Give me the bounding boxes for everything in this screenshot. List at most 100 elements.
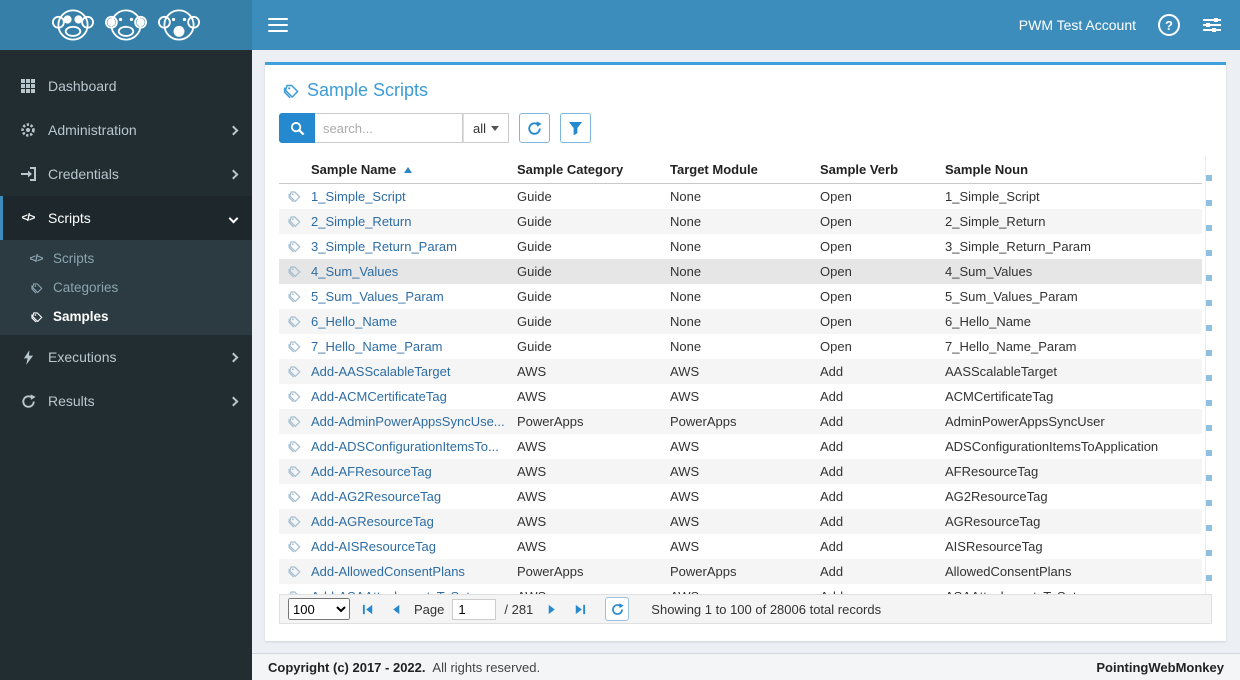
- top-navbar: PWM Test Account ?: [252, 0, 1240, 50]
- cell-sample-category: Guide: [517, 239, 552, 254]
- table-row[interactable]: Add-ACMCertificateTag AWS AWS Add ACMCer…: [279, 384, 1202, 409]
- sample-name-link[interactable]: Add-AllowedConsentPlans: [311, 564, 465, 579]
- table-row[interactable]: 7_Hello_Name_Param Guide None Open 7_Hel…: [279, 334, 1202, 359]
- search-input[interactable]: [315, 113, 463, 143]
- sample-name-link[interactable]: Add-ACMCertificateTag: [311, 389, 447, 404]
- sidebar-subitem-scripts[interactable]: </> Scripts: [0, 244, 252, 273]
- sample-name-link[interactable]: Add-AdminPowerAppsSyncUse...: [311, 414, 505, 429]
- refresh-button[interactable]: [519, 113, 550, 143]
- sample-name-link[interactable]: Add-AG2ResourceTag: [311, 489, 441, 504]
- tags-icon: [279, 490, 305, 503]
- column-header-target-module[interactable]: Target Module: [664, 162, 814, 177]
- next-page-button[interactable]: [541, 599, 561, 619]
- cell-target-module: None: [670, 339, 702, 354]
- search-button[interactable]: [279, 113, 315, 143]
- brand-name: PointingWebMonkey: [1096, 659, 1224, 675]
- chevron-right-icon: [228, 352, 239, 362]
- cell-sample-category: PowerApps: [517, 564, 584, 579]
- last-page-button[interactable]: [569, 599, 589, 619]
- first-page-icon: [362, 604, 372, 614]
- account-name[interactable]: PWM Test Account: [1019, 17, 1136, 33]
- cell-sample-verb: Add: [820, 539, 844, 554]
- table-row[interactable]: 1_Simple_Script Guide None Open 1_Simple…: [279, 184, 1202, 209]
- column-header-sample-noun[interactable]: Sample Noun: [939, 162, 1202, 177]
- search-scope-select[interactable]: all: [463, 113, 509, 143]
- sidebar-item-credentials[interactable]: Credentials: [0, 152, 252, 196]
- cell-sample-category: Guide: [517, 314, 552, 329]
- sidebar-item-scripts[interactable]: </> Scripts: [0, 196, 252, 240]
- cell-target-module: AWS: [670, 464, 700, 479]
- sample-name-link[interactable]: Add-ASAAttachmentsToSet: [311, 589, 470, 594]
- cell-target-module: None: [670, 314, 702, 329]
- cell-sample-noun: 1_Simple_Script: [945, 189, 1040, 204]
- sidebar-item-label: Results: [48, 393, 95, 409]
- table-row[interactable]: 2_Simple_Return Guide None Open 2_Simple…: [279, 209, 1202, 234]
- column-header-sample-category[interactable]: Sample Category: [511, 162, 664, 177]
- first-page-button[interactable]: [358, 599, 378, 619]
- sidebar-item-executions[interactable]: Executions: [0, 335, 252, 379]
- sample-name-link[interactable]: 3_Simple_Return_Param: [311, 239, 457, 254]
- sidebar-item-dashboard[interactable]: Dashboard: [0, 64, 252, 108]
- chevron-right-icon: [228, 125, 239, 135]
- sample-name-link[interactable]: 6_Hello_Name: [311, 314, 397, 329]
- table-row[interactable]: 6_Hello_Name Guide None Open 6_Hello_Nam…: [279, 309, 1202, 334]
- current-page-input[interactable]: [452, 598, 497, 620]
- content-card: Sample Scripts all: [265, 62, 1226, 641]
- table-header-row: Sample Name Sample Category Target Modul…: [279, 156, 1202, 184]
- table-row[interactable]: 5_Sum_Values_Param Guide None Open 5_Sum…: [279, 284, 1202, 309]
- page-size-select[interactable]: 100: [288, 598, 350, 620]
- brand-logo[interactable]: [0, 0, 252, 50]
- sample-name-link[interactable]: Add-AGResourceTag: [311, 514, 434, 529]
- sample-name-link[interactable]: 1_Simple_Script: [311, 189, 406, 204]
- cell-target-module: PowerApps: [670, 414, 737, 429]
- chevron-right-icon: [228, 396, 239, 406]
- filter-button[interactable]: [560, 113, 591, 143]
- sample-name-link[interactable]: 7_Hello_Name_Param: [311, 339, 443, 354]
- sidebar-subitem-categories[interactable]: Categories: [0, 273, 252, 302]
- settings-sliders-icon[interactable]: [1202, 17, 1222, 33]
- cell-sample-noun: AllowedConsentPlans: [945, 564, 1072, 579]
- vertical-scrollbar[interactable]: [1205, 156, 1212, 594]
- previous-page-button[interactable]: [386, 599, 406, 619]
- table-row[interactable]: Add-ADSConfigurationItemsTo... AWS AWS A…: [279, 434, 1202, 459]
- table-row[interactable]: Add-AdminPowerAppsSyncUse... PowerApps P…: [279, 409, 1202, 434]
- tags-icon: [279, 540, 305, 553]
- table-row[interactable]: Add-AllowedConsentPlans PowerApps PowerA…: [279, 559, 1202, 584]
- table-row[interactable]: Add-AFResourceTag AWS AWS Add AFResource…: [279, 459, 1202, 484]
- sample-name-link[interactable]: Add-AASScalableTarget: [311, 364, 450, 379]
- cell-sample-verb: Add: [820, 464, 844, 479]
- tags-icon: [279, 390, 305, 403]
- sample-name-link[interactable]: 5_Sum_Values_Param: [311, 289, 444, 304]
- page-footer: Copyright (c) 2017 - 2022. All rights re…: [252, 653, 1240, 680]
- table-row[interactable]: Add-AISResourceTag AWS AWS Add AISResour…: [279, 534, 1202, 559]
- cell-sample-category: AWS: [517, 539, 547, 554]
- table-row[interactable]: Add-AG2ResourceTag AWS AWS Add AG2Resour…: [279, 484, 1202, 509]
- cell-sample-category: AWS: [517, 514, 547, 529]
- sidebar-subitem-samples[interactable]: Samples: [0, 302, 252, 331]
- sample-name-link[interactable]: Add-ADSConfigurationItemsTo...: [311, 439, 499, 454]
- table-row[interactable]: Add-ASAAttachmentsToSet AWS AWS Add ASAA…: [279, 584, 1202, 594]
- cell-sample-verb: Open: [820, 314, 852, 329]
- sample-name-link[interactable]: 2_Simple_Return: [311, 214, 411, 229]
- column-header-sample-name[interactable]: Sample Name: [305, 162, 511, 177]
- column-header-sample-verb[interactable]: Sample Verb: [814, 162, 939, 177]
- filter-funnel-icon: [568, 121, 583, 135]
- cell-sample-category: AWS: [517, 464, 547, 479]
- sidebar-item-administration[interactable]: Administration: [0, 108, 252, 152]
- sidebar-toggle-hamburger-icon[interactable]: [268, 18, 288, 32]
- help-icon[interactable]: ?: [1158, 14, 1180, 36]
- tags-icon: [279, 215, 305, 228]
- search-icon: [290, 121, 304, 135]
- sample-name-link[interactable]: 4_Sum_Values: [311, 264, 398, 279]
- application-window: PWM Test Account ? Dashboard Administrat…: [0, 0, 1240, 680]
- table-row[interactable]: 3_Simple_Return_Param Guide None Open 3_…: [279, 234, 1202, 259]
- sidebar-item-results[interactable]: Results: [0, 379, 252, 423]
- sample-name-link[interactable]: Add-AISResourceTag: [311, 539, 436, 554]
- table-row[interactable]: Add-AASScalableTarget AWS AWS Add AASSca…: [279, 359, 1202, 384]
- table-row[interactable]: 4_Sum_Values Guide None Open 4_Sum_Value…: [279, 259, 1202, 284]
- sample-name-link[interactable]: Add-AFResourceTag: [311, 464, 432, 479]
- table-row[interactable]: Add-AGResourceTag AWS AWS Add AGResource…: [279, 509, 1202, 534]
- cell-sample-noun: 6_Hello_Name: [945, 314, 1031, 329]
- tags-icon: [279, 340, 305, 353]
- pager-refresh-button[interactable]: [605, 597, 630, 621]
